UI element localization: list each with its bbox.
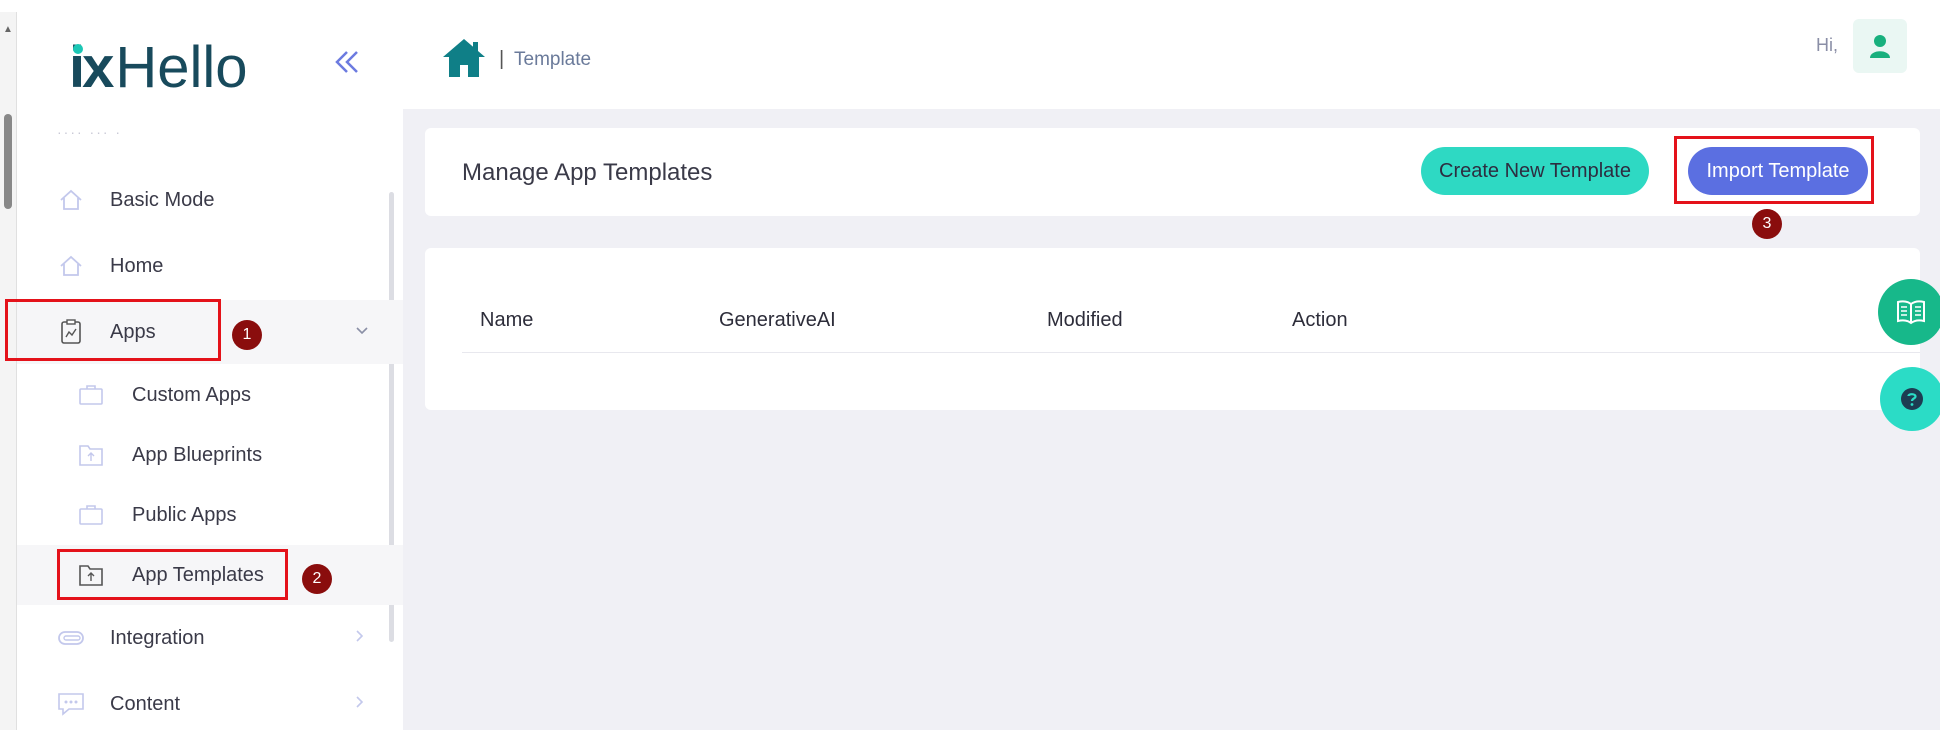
page-header-card: Manage App Templates Create New Template… [425, 128, 1920, 216]
step-badge-2: 2 [302, 564, 332, 594]
documentation-button[interactable] [1878, 279, 1940, 345]
sidebar-subitem-label: App Blueprints [132, 443, 263, 466]
user-greeting: Hi, [1816, 35, 1838, 55]
main-content: Manage App Templates Create New Template… [403, 109, 1940, 730]
table-header-action[interactable]: Action [1292, 309, 1348, 332]
breadcrumb-separator: | [499, 48, 505, 70]
logo-ix: ix [69, 34, 114, 100]
briefcase-icon [77, 381, 105, 409]
import-template-button[interactable]: Import Template [1688, 147, 1868, 195]
sidebar-item-apps[interactable]: Apps [17, 300, 403, 364]
folder-upload-icon [77, 561, 105, 589]
chevron-right-icon[interactable] [355, 695, 365, 714]
sidebar-item-label: Apps [110, 320, 156, 343]
templates-table-card: Name GenerativeAI Modified Action [425, 248, 1920, 410]
home-outline-icon [57, 252, 85, 280]
sidebar-subitem-app-templates[interactable]: App Templates [17, 545, 403, 605]
clipboard-chart-icon [57, 318, 85, 346]
logo-hello: Hello [115, 34, 248, 100]
sidebar-item-label: Basic Mode [110, 188, 215, 211]
sidebar-item-label: Integration [110, 626, 205, 649]
sidebar-item-label: Home [110, 254, 164, 277]
chevron-right-icon[interactable] [355, 629, 365, 648]
sidebar-item-label: Content [110, 692, 181, 715]
sidebar-subitem-custom-apps[interactable]: Custom Apps [17, 365, 403, 425]
sidebar-subitem-app-blueprints[interactable]: App Blueprints [17, 425, 403, 485]
create-new-template-button[interactable]: Create New Template [1421, 147, 1649, 195]
chat-bubble-icon [57, 690, 85, 718]
step-badge-3: 3 [1752, 209, 1782, 239]
home-icon[interactable] [440, 36, 488, 80]
sidebar-subitem-label: App Templates [132, 563, 264, 586]
sidebar-item-home[interactable]: Home [17, 234, 403, 298]
logo-accent-dot [73, 43, 83, 54]
sidebar-item-integration[interactable]: Integration [17, 606, 403, 670]
table-header-generativeai[interactable]: GenerativeAI [719, 309, 836, 332]
step-badge-1: 1 [232, 320, 262, 350]
sidebar-subitem-label: Public Apps [132, 503, 237, 526]
chevron-down-icon[interactable] [355, 323, 369, 341]
table-header-divider [462, 352, 1920, 353]
sidebar-item-basic-mode[interactable]: Basic Mode [17, 168, 403, 232]
user-icon [1870, 35, 1890, 58]
collapse-sidebar-icon[interactable] [333, 48, 361, 82]
page-scrollbar[interactable]: ▲ [0, 12, 17, 730]
folder-upload-icon [77, 441, 105, 469]
sidebar-subitem-public-apps[interactable]: Public Apps [17, 485, 403, 545]
page-title: Manage App Templates [462, 159, 713, 186]
help-button[interactable] [1880, 367, 1940, 431]
sidebar: ix Hello ···· ··· · Basic Mode Home Apps… [17, 12, 403, 730]
ixhello-logo[interactable]: ix Hello [69, 32, 248, 102]
sidebar-subitem-label: Custom Apps [132, 383, 251, 406]
home-outline-icon [57, 186, 85, 214]
briefcase-icon [77, 501, 105, 529]
top-header: | Template Hi, [403, 12, 1940, 109]
scroll-up-arrow-icon[interactable]: ▲ [3, 24, 13, 35]
table-header-name[interactable]: Name [480, 309, 533, 332]
sidebar-item-content[interactable]: Content [17, 672, 403, 736]
open-book-icon [1897, 300, 1925, 325]
page-scrollbar-thumb[interactable] [4, 114, 12, 209]
user-avatar[interactable] [1853, 19, 1907, 73]
question-circle-icon [1901, 388, 1923, 410]
breadcrumb-current: Template [514, 49, 592, 70]
sidebar-faded-text: ···· ··· · [57, 124, 123, 140]
paperclip-icon [57, 624, 85, 652]
table-header-modified[interactable]: Modified [1047, 309, 1123, 332]
